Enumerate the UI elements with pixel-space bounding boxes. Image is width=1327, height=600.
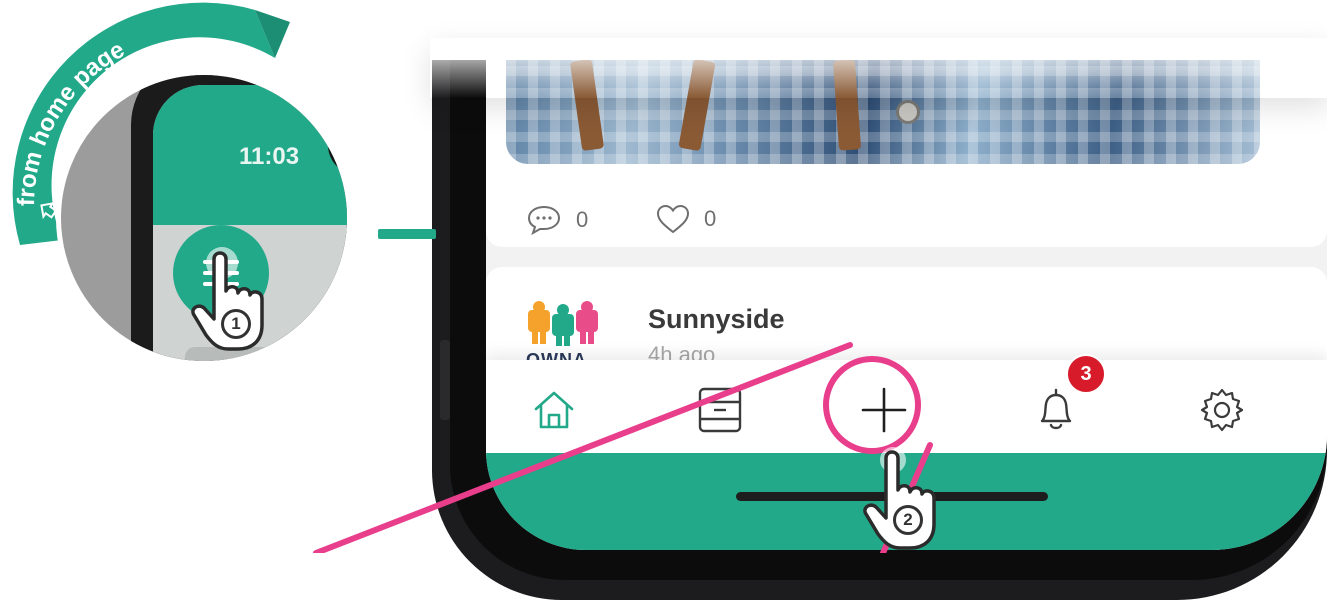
comment-icon bbox=[527, 205, 561, 236]
heart-icon bbox=[656, 204, 690, 234]
screen-top-fade bbox=[430, 38, 1327, 98]
tab-settings[interactable] bbox=[1194, 382, 1250, 438]
tab-home[interactable] bbox=[526, 382, 582, 438]
step-number-badge: 2 bbox=[893, 505, 923, 535]
home-icon bbox=[534, 391, 574, 429]
notification-badge: 3 bbox=[1066, 354, 1106, 394]
phone-side-button bbox=[440, 340, 450, 420]
bell-icon bbox=[1040, 388, 1072, 430]
tab-calendar[interactable] bbox=[692, 382, 748, 438]
comments-count: 0 bbox=[576, 207, 589, 232]
tap-hand-icon bbox=[863, 447, 936, 550]
zoom-clock: 11:03 bbox=[239, 143, 300, 170]
add-icon bbox=[861, 387, 907, 433]
gear-icon bbox=[1200, 388, 1244, 432]
post-author[interactable]: Sunnyside bbox=[648, 304, 785, 335]
calendar-icon bbox=[698, 387, 742, 433]
step-number-badge: 1 bbox=[221, 309, 251, 339]
tab-add[interactable] bbox=[856, 382, 912, 438]
likes-count: 0 bbox=[704, 206, 717, 231]
bottom-tab-bar bbox=[486, 360, 1327, 455]
comments-stat[interactable]: 0 bbox=[526, 204, 588, 236]
likes-stat[interactable]: 0 bbox=[656, 204, 716, 234]
photo-rivet bbox=[896, 100, 920, 124]
callout-connector bbox=[378, 229, 436, 239]
